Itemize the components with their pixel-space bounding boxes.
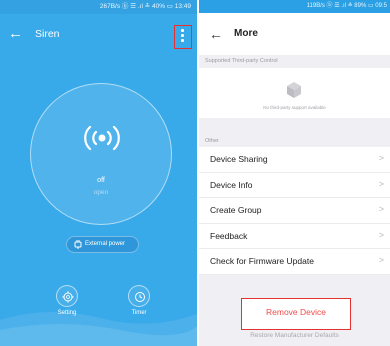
clock-icon (135, 292, 145, 302)
list-item-label: Create Group (210, 205, 262, 215)
restore-defaults-button[interactable]: Restore Manufacturer Defaults (199, 332, 390, 339)
more-screen: 119B/s ⓑ ☰ .ıl ≛ 89% ▭ 09:5 ← More Suppo… (199, 0, 390, 346)
app-bar: ← Siren (0, 14, 197, 58)
status-bar: 267B/s ⓑ ☰ .ıl ≛ 40% ▭ 13:49 (0, 0, 197, 14)
power-source-badge: External power (66, 236, 139, 253)
list-item-label: Device Info (210, 179, 253, 190)
more-menu-button[interactable] (174, 25, 192, 49)
siren-screen: 267B/s ⓑ ☰ .ıl ≛ 40% ▭ 13:49 ← Siren off… (0, 0, 197, 346)
device-substate: open (93, 189, 109, 196)
chevron-right-icon: > (378, 153, 384, 163)
remove-device-button[interactable]: Remove Device (241, 298, 351, 330)
list-item-device-sharing[interactable]: Device Sharing > (199, 147, 390, 173)
list-item-label: Check for Firmware Update (210, 256, 314, 266)
plug-icon (74, 240, 82, 249)
chevron-right-icon: > (378, 178, 384, 189)
cube-icon (287, 82, 301, 98)
device-state: off (97, 177, 105, 184)
page-title: More (234, 28, 258, 39)
third-party-panel: No third-party support available (199, 68, 390, 118)
list-item-create-group[interactable]: Create Group > (199, 198, 390, 224)
settings-list: Device Sharing > Device Info > Create Gr… (199, 147, 390, 275)
setting-label: Setting (57, 310, 77, 316)
third-party-section-header: Supported Third-party Control (205, 58, 278, 64)
timer-button[interactable] (128, 285, 150, 307)
siren-toggle-circle[interactable]: off open (30, 83, 172, 225)
chevron-right-icon: > (378, 204, 384, 214)
chevron-right-icon: > (378, 229, 384, 240)
status-bar: 119B/s ⓑ ☰ .ıl ≛ 89% ▭ 09:5 (199, 0, 390, 13)
no-support-text: No third-party support available (263, 105, 326, 110)
app-bar: ← More (199, 13, 390, 55)
chevron-right-icon: > (378, 255, 384, 265)
list-item-label: Device Sharing (210, 154, 268, 164)
vertical-dots-icon (180, 29, 185, 44)
siren-waves-icon (84, 125, 120, 151)
power-source-label: External power (85, 241, 126, 247)
page-title: Siren (35, 28, 60, 40)
back-arrow-icon[interactable]: ← (8, 24, 23, 44)
wave-decoration (0, 311, 197, 346)
list-item-label: Feedback (210, 230, 248, 241)
timer-label: Timer (131, 310, 147, 316)
list-item-firmware-update[interactable]: Check for Firmware Update > (199, 249, 390, 275)
gear-icon (62, 291, 74, 303)
setting-button[interactable] (56, 285, 78, 307)
remove-device-label: Remove Device (266, 307, 326, 317)
back-arrow-icon[interactable]: ← (209, 24, 223, 44)
other-section-header: Other (205, 138, 219, 144)
list-item-device-info[interactable]: Device Info > (199, 173, 390, 198)
list-item-feedback[interactable]: Feedback > (199, 224, 390, 249)
